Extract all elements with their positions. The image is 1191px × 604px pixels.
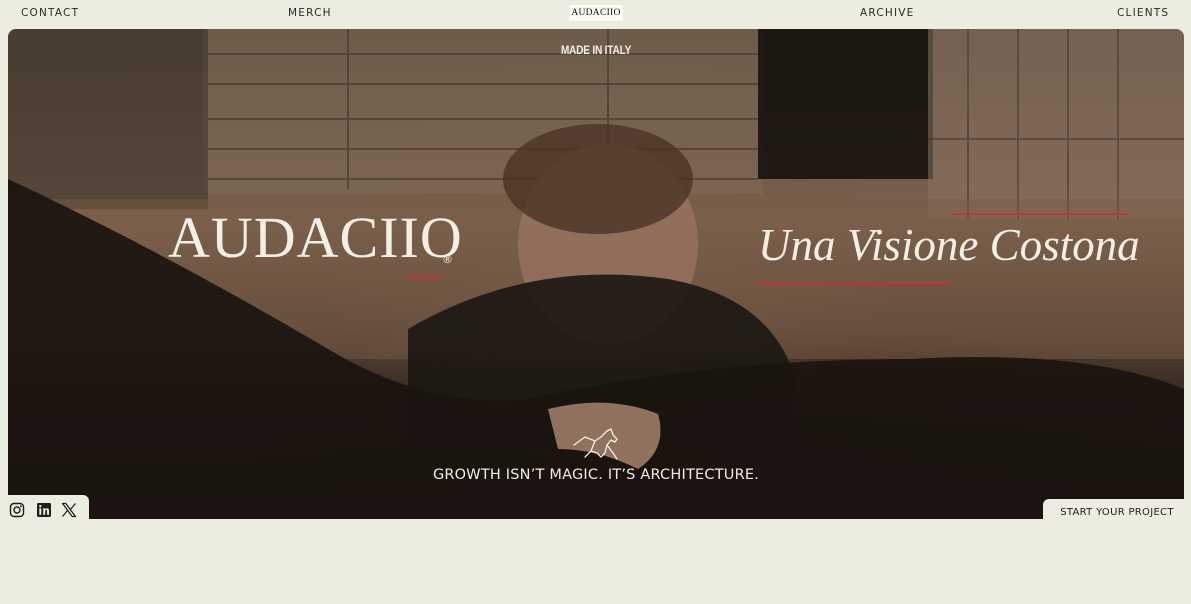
nav-archive-link[interactable]: ARCHIVE <box>860 7 915 19</box>
start-project-button[interactable]: START YOUR PROJECT <box>1043 499 1191 524</box>
brand-wordmark: AUDACIIO <box>168 205 463 270</box>
nav-merch-link[interactable]: MERCH <box>288 7 332 19</box>
made-in-italy-label: MADE IN ITALY <box>560 43 632 57</box>
tagline-top-rule <box>951 213 1129 215</box>
tagline-heading: Una Visione Costona <box>758 220 1140 270</box>
nav-clients-link[interactable]: CLIENTS <box>1117 7 1169 19</box>
hero-slogan: GROWTH ISN’T MAGIC. IT’S ARCHITECTURE. <box>432 467 760 483</box>
studio-label: STUDIO <box>408 273 441 282</box>
linkedin-icon[interactable] <box>36 502 52 518</box>
x-icon[interactable] <box>61 502 77 518</box>
instagram-icon[interactable] <box>9 502 25 518</box>
social-links-bar <box>0 495 89 523</box>
horse-logo-icon <box>573 428 618 460</box>
registered-mark: ® <box>442 253 453 266</box>
header-logo[interactable]: AUDACIIO <box>569 5 623 21</box>
top-navigation: CONTACT MERCH AUDACIIO ARCHIVE CLIENTS <box>0 0 1191 28</box>
hero-banner: MADE IN ITALY AUDACIIO ® STUDIO Una Visi… <box>8 29 1184 519</box>
nav-contact-link[interactable]: CONTACT <box>21 7 79 19</box>
tagline-bottom-rule <box>757 282 951 284</box>
